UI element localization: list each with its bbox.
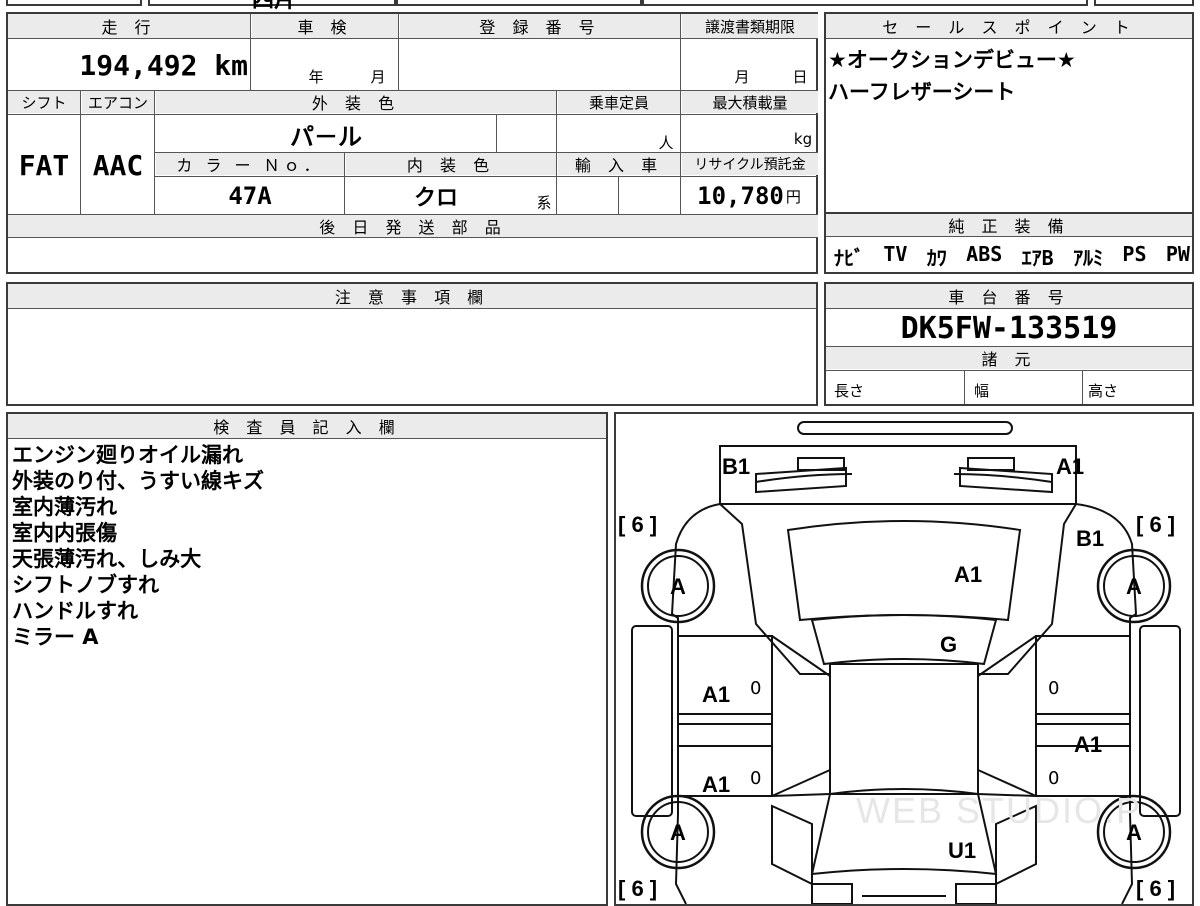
tire-mark: A xyxy=(670,574,686,599)
aircon-header: エアコン xyxy=(82,91,154,113)
damage-rear-right: A1 xyxy=(1056,454,1085,479)
shift-header: シフト xyxy=(8,91,80,113)
watermark: WEB STUDIO.P xyxy=(856,790,1143,831)
chassis-header: 車 台 番 号 xyxy=(826,284,1192,308)
equipment-item: ｴｱB xyxy=(1021,246,1054,270)
inspection-month: 月 xyxy=(370,67,386,86)
tire-mark: A xyxy=(670,820,686,845)
exterior-color-header: 外 装 色 xyxy=(156,91,556,113)
height-label: 高さ xyxy=(1088,382,1119,400)
damage-rear-left: B1 xyxy=(722,454,751,479)
max-load-header: 最大積載量 xyxy=(682,91,818,113)
interior-color-value: クロ xyxy=(413,186,458,211)
inspector-note: 室内内張傷 xyxy=(12,521,117,545)
inspector-header: 検 査 員 記 入 欄 xyxy=(8,414,606,438)
equipment-item: ABS xyxy=(966,242,1003,266)
damage-map-block: B1 A1 B1 A1 G A1 A1 A1 U1 0 0 0 0 A A A … xyxy=(614,412,1194,906)
transfer-deadline-header: 譲渡書類期限 xyxy=(682,14,818,38)
equipment-item: ﾅﾋﾞ xyxy=(834,246,864,270)
damage-left-door-rear: A1 xyxy=(702,772,731,797)
tire-depth: [ 6 ] xyxy=(1136,876,1176,901)
equipment-item: TV xyxy=(883,242,908,266)
mileage-header: 走 行 xyxy=(8,14,250,38)
damage-rear-glass: A1 xyxy=(954,562,983,587)
sales-point-line: ★オークションデビュー★ xyxy=(828,48,1076,72)
length-label: 長さ xyxy=(834,382,865,400)
tire-depth: [ 6 ] xyxy=(618,512,658,537)
equipment-list: ﾅﾋﾞ TV ｶﾜ ABS ｴｱB ｱﾙﾐ PS PW xyxy=(834,242,1190,271)
top-strip: 四片 xyxy=(0,0,1200,13)
recycle-unit: 円 xyxy=(785,187,801,206)
mileage-value: 194,492 km xyxy=(79,48,248,82)
inspector-note: 外装のり付、うすい線キズ xyxy=(12,469,264,493)
max-load-unit: kg xyxy=(793,130,813,148)
inspector-note: ミラー A xyxy=(12,625,99,649)
aircon-value: AAC xyxy=(92,148,144,182)
transfer-day: 日 xyxy=(792,67,808,86)
inspector-notes-list: エンジン廻りオイル漏れ 外装のり付、うすい線キズ 室内薄汚れ 室内内張傷 天張薄… xyxy=(12,442,264,650)
sales-points-block: セ ー ル ス ポ イ ン ト ★オークションデビュー★ ハーフレザーシート xyxy=(824,12,1194,214)
inspection-header: 車 検 xyxy=(252,14,398,38)
equipment-item: ｱﾙﾐ xyxy=(1073,246,1104,270)
chassis-number: DK5FW-133519 xyxy=(900,310,1118,346)
chassis-block: 車 台 番 号 DK5FW-133519 諸 元 長さ 幅 高さ xyxy=(824,282,1194,406)
capacity-unit: 人 xyxy=(658,133,674,152)
damage-side-right-upper: B1 xyxy=(1076,526,1105,551)
recycle-value: 10,780 円 xyxy=(682,178,816,214)
inspector-notes-block: 検 査 員 記 入 欄 エンジン廻りオイル漏れ 外装のり付、うすい線キズ 室内薄… xyxy=(6,412,608,906)
door-zero-mark: 0 xyxy=(1048,768,1060,789)
tire-depth: [ 6 ] xyxy=(1136,512,1176,537)
vehicle-info-block: 走 行 車 検 登 録 番 号 譲渡書類期限 194,492 km 年 月 月 … xyxy=(6,12,818,274)
inspector-note: シフトノブすれ xyxy=(12,573,159,597)
door-zero-mark: 0 xyxy=(750,768,762,789)
equipment-item: PW xyxy=(1165,242,1190,266)
color-no-value: 47A xyxy=(228,182,272,210)
damage-roof: G xyxy=(940,632,958,657)
sales-points-list: ★オークションデビュー★ ハーフレザーシート xyxy=(828,44,1076,108)
door-zero-mark: 0 xyxy=(750,678,762,699)
equipment-item: PS xyxy=(1122,242,1147,266)
later-parts-header: 後 日 発 送 部 品 xyxy=(8,215,818,237)
recycle-amount: 10,780 xyxy=(697,182,784,210)
inspection-year: 年 xyxy=(308,67,324,86)
damage-hood: U1 xyxy=(948,838,977,863)
sales-points-header: セ ー ル ス ポ イ ン ト xyxy=(826,14,1192,38)
transfer-month: 月 xyxy=(734,67,750,86)
capacity-header: 乗車定員 xyxy=(558,91,680,113)
interior-color-suffix: 系 xyxy=(536,193,552,212)
equipment-item: ｶﾜ xyxy=(926,246,947,270)
equipment-block: 純 正 装 備 ﾅﾋﾞ TV ｶﾜ ABS ｴｱB ｱﾙﾐ PS PW xyxy=(824,212,1194,274)
damage-right-door: A1 xyxy=(1074,732,1103,757)
exterior-color-value: パ－ル xyxy=(290,122,362,151)
tire-mark: A xyxy=(1126,574,1142,599)
door-zero-mark: 0 xyxy=(1048,678,1060,699)
interior-color-header: 内 装 色 xyxy=(346,153,556,175)
inspector-note: ハンドルすれ xyxy=(12,599,138,623)
tire-depth: [ 6 ] xyxy=(618,876,658,901)
caution-header: 注 意 事 項 欄 xyxy=(8,284,816,308)
specs-header: 諸 元 xyxy=(826,347,1192,369)
registration-header: 登 録 番 号 xyxy=(400,14,680,38)
inspector-note: 室内薄汚れ xyxy=(12,495,117,519)
sales-point-line: ハーフレザーシート xyxy=(828,80,1016,104)
inspector-note: 天張薄汚れ、しみ大 xyxy=(12,547,202,571)
inspector-note: エンジン廻りオイル漏れ xyxy=(12,443,243,467)
recycle-header: リサイクル預託金 xyxy=(682,153,818,175)
import-header: 輸 入 車 xyxy=(558,153,680,175)
width-label: 幅 xyxy=(974,382,990,400)
color-no-header: カ ラ ー Ｎｏ． xyxy=(156,153,344,175)
damage-left-door-front: A1 xyxy=(702,682,731,707)
shift-value: FAT xyxy=(18,148,70,182)
caution-block: 注 意 事 項 欄 xyxy=(6,282,818,406)
equipment-header: 純 正 装 備 xyxy=(826,214,1192,236)
